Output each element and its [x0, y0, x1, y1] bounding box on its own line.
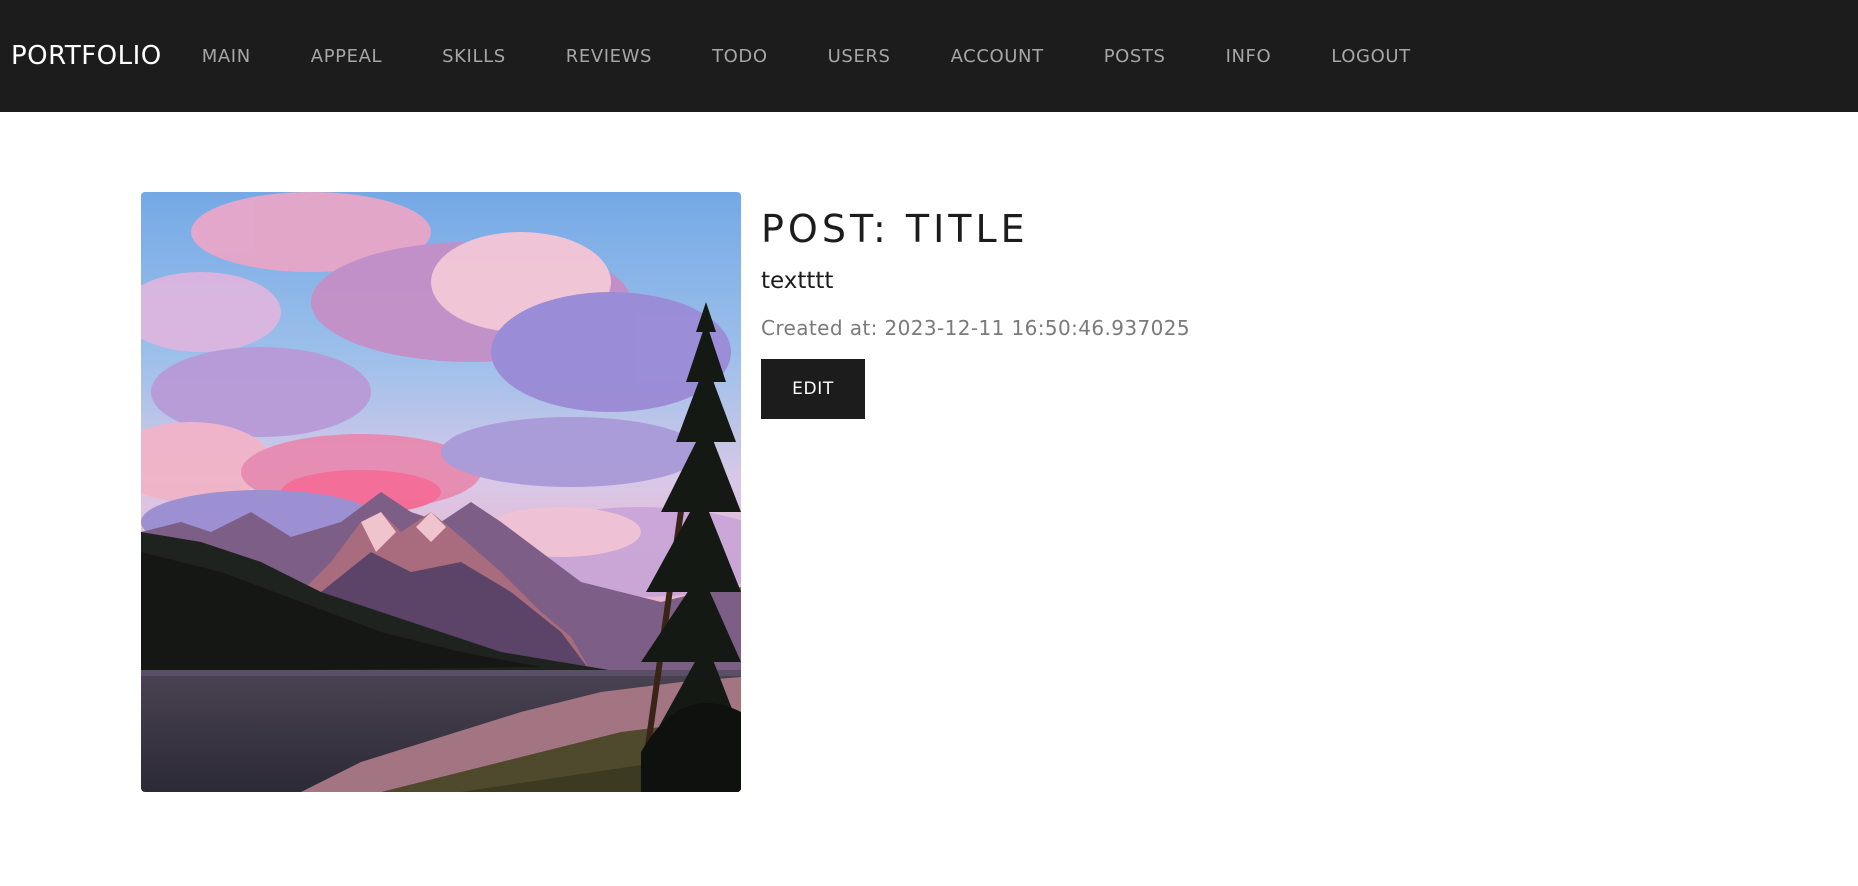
nav-item-skills: SKILLS	[442, 46, 506, 67]
post-image	[141, 192, 741, 792]
post-title: POST: TITLE	[761, 207, 1029, 251]
nav-link-users[interactable]: USERS	[828, 46, 891, 67]
post-created-at: Created at: 2023-12-11 16:50:46.937025	[761, 315, 1191, 340]
post-body: POST: TITLE textttt Created at: 2023-12-…	[761, 192, 1190, 419]
post-text: textttt	[761, 268, 834, 294]
nav-list: MAIN APPEAL SKILLS REVIEWS TODO USERS AC…	[202, 46, 1411, 67]
nav-link-info[interactable]: INFO	[1226, 46, 1272, 67]
nav-item-posts: POSTS	[1104, 46, 1166, 67]
nav-item-main: MAIN	[202, 46, 251, 67]
navbar: PORTFOLIO MAIN APPEAL SKILLS REVIEWS TOD…	[0, 0, 1858, 112]
nav-link-reviews[interactable]: REVIEWS	[566, 46, 652, 67]
nav-item-todo: TODO	[712, 46, 768, 67]
nav-item-appeal: APPEAL	[311, 46, 382, 67]
edit-button[interactable]: EDIT	[761, 358, 865, 419]
nav-link-account[interactable]: ACCOUNT	[951, 46, 1044, 67]
post-card: POST: TITLE textttt Created at: 2023-12-…	[141, 192, 1190, 792]
nav-link-posts[interactable]: POSTS	[1104, 46, 1166, 67]
nav-item-logout: LOGOUT	[1331, 46, 1410, 67]
nav-item-info: INFO	[1226, 46, 1272, 67]
nav-item-reviews: REVIEWS	[566, 46, 652, 67]
nav-item-account: ACCOUNT	[951, 46, 1044, 67]
nav-link-skills[interactable]: SKILLS	[442, 46, 506, 67]
nav-link-appeal[interactable]: APPEAL	[311, 46, 382, 67]
brand-link[interactable]: PORTFOLIO	[11, 41, 162, 71]
nav-link-todo[interactable]: TODO	[712, 46, 768, 67]
nav-link-main[interactable]: MAIN	[202, 46, 251, 67]
nav-link-logout[interactable]: LOGOUT	[1331, 46, 1410, 67]
nav-item-users: USERS	[828, 46, 891, 67]
